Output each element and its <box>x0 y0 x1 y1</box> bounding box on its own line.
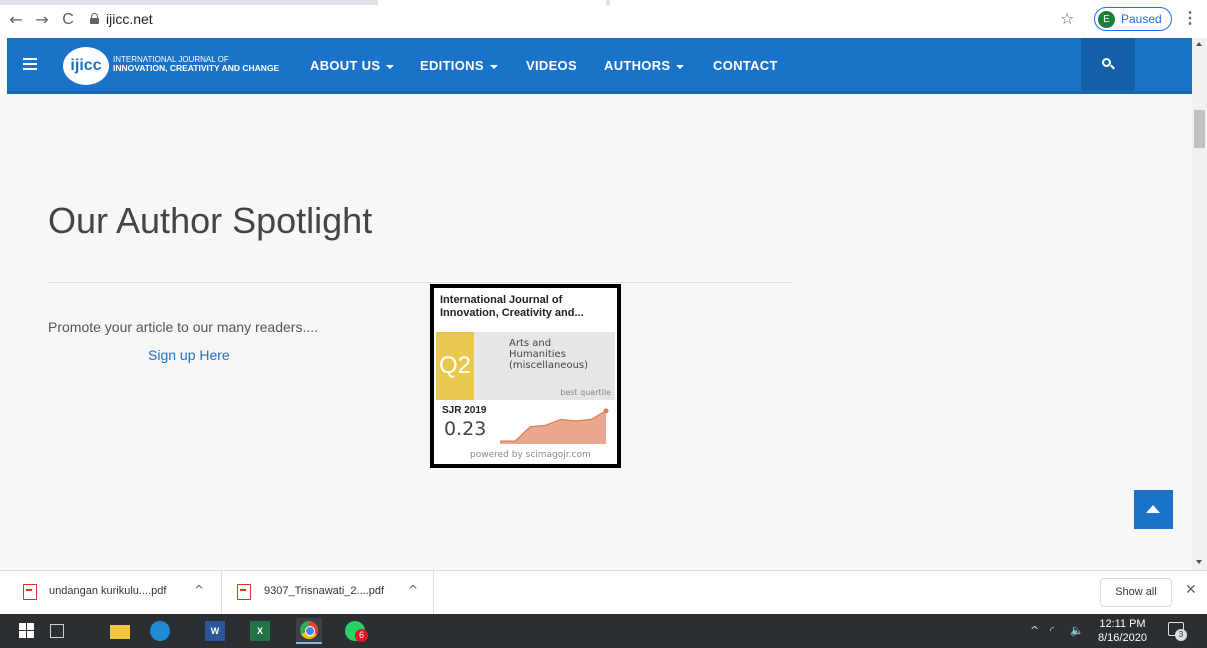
sjr-trend-area <box>500 410 606 444</box>
arrow-up-icon <box>1146 505 1160 513</box>
profile-status-label: Paused <box>1121 12 1162 26</box>
site-search-button[interactable] <box>1081 38 1135 91</box>
nav-about-us[interactable]: ABOUT US <box>310 58 395 73</box>
sjr-year-label: SJR 2019 <box>442 405 487 416</box>
browser-toolbar: ← → C ijicc.net ☆ E Paused ⋮ <box>0 0 1207 38</box>
caret-down-icon <box>676 64 685 69</box>
reload-button[interactable]: C <box>58 10 78 30</box>
brand-line-2: INNOVATION, CREATIVITY AND CHANGE <box>113 63 280 73</box>
site-brand[interactable]: INTERNATIONAL JOURNAL OF INNOVATION, CRE… <box>113 55 279 73</box>
nav-editions[interactable]: EDITIONS <box>420 58 498 73</box>
whatsapp-icon[interactable]: 6 <box>345 621 368 642</box>
nav-contact[interactable]: CONTACT <box>713 58 778 73</box>
sjr-category-line: Arts and <box>509 338 552 349</box>
profile-button[interactable]: E Paused <box>1094 7 1172 31</box>
lock-icon[interactable] <box>90 13 99 24</box>
signup-link[interactable]: Sign up Here <box>148 347 230 363</box>
promo-text: Promote your article to our many readers… <box>48 319 318 335</box>
caret-down-icon <box>489 64 498 69</box>
page-content: Our Author Spotlight Promote your articl… <box>0 94 1192 570</box>
chevron-up-icon[interactable]: ^ <box>408 583 418 597</box>
chevron-up-icon[interactable]: ^ <box>194 583 204 597</box>
download-filename: undangan kurikulu....pdf <box>49 585 167 597</box>
nav-videos[interactable]: VIDEOS <box>526 58 577 73</box>
notification-count: 3 <box>1175 629 1187 641</box>
sjr-category-line: (miscellaneous) <box>509 360 589 371</box>
download-item[interactable]: undangan kurikulu....pdf ^ <box>0 571 222 614</box>
site-logo[interactable]: ijicc <box>63 47 109 85</box>
page-scrollbar[interactable] <box>1192 38 1207 570</box>
file-explorer-icon[interactable] <box>110 625 130 639</box>
sjr-journal-line: International Journal of <box>440 294 563 306</box>
pdf-file-icon <box>237 584 251 600</box>
sjr-widget[interactable]: International Journal of Innovation, Cre… <box>430 284 621 468</box>
sjr-journal-name: International Journal of Innovation, Cre… <box>440 294 584 320</box>
nav-label: EDITIONS <box>420 58 484 73</box>
sjr-value: 0.23 <box>444 418 487 440</box>
word-icon[interactable]: W <box>205 621 225 641</box>
tray-overflow-icon[interactable]: ^ <box>1030 624 1039 637</box>
volume-icon[interactable]: 🔈 <box>1070 624 1084 637</box>
download-bar: undangan kurikulu....pdf ^ 9307_Trisnawa… <box>0 570 1207 614</box>
task-view-icon[interactable] <box>50 624 64 638</box>
sjr-category-line: Humanities <box>509 349 566 360</box>
sjr-category: Arts and Humanities (miscellaneous) best… <box>474 332 615 400</box>
scrollbar-thumb[interactable] <box>1194 110 1205 148</box>
windows-start-icon[interactable] <box>17 621 37 641</box>
back-button[interactable]: ← <box>6 10 26 30</box>
pdf-file-icon <box>23 584 37 600</box>
sjr-best-quartile-label: best quartile <box>560 388 611 397</box>
clock-date: 8/16/2020 <box>1098 632 1147 644</box>
chrome-taskbar-icon[interactable] <box>296 618 322 644</box>
notification-center-icon[interactable]: 3 <box>1168 622 1187 641</box>
hamburger-menu-icon[interactable] <box>23 58 37 70</box>
sjr-quartile-badge: Q2 <box>436 332 474 400</box>
sjr-journal-line: Innovation, Creativity and... <box>440 307 584 319</box>
nav-authors[interactable]: AUTHORS <box>604 58 685 73</box>
address-bar[interactable]: ijicc.net <box>106 10 153 28</box>
divider <box>48 282 793 283</box>
show-all-downloads-button[interactable]: Show all <box>1100 578 1172 607</box>
download-item[interactable]: 9307_Trisnawati_2....pdf ^ <box>222 571 434 614</box>
site-navbar: ijicc INTERNATIONAL JOURNAL OF INNOVATIO… <box>7 38 1192 94</box>
download-filename: 9307_Trisnawati_2....pdf <box>264 585 385 597</box>
caret-down-icon <box>386 64 395 69</box>
bookmark-star-icon[interactable]: ☆ <box>1060 9 1074 28</box>
sjr-powered-by: powered by scimagojr.com <box>470 450 591 460</box>
sjr-trend-sparkline <box>500 408 609 444</box>
scroll-up-arrow-icon[interactable] <box>1196 42 1202 46</box>
edge-browser-icon[interactable] <box>150 621 170 641</box>
network-icon[interactable]: ◜ <box>1050 624 1054 637</box>
forward-button[interactable]: → <box>32 10 52 30</box>
excel-icon[interactable]: X <box>250 621 270 641</box>
close-icon[interactable]: ✕ <box>1185 582 1197 598</box>
nav-label: AUTHORS <box>604 58 671 73</box>
system-clock[interactable]: 12:11 PM 8/16/2020 <box>1098 617 1147 645</box>
windows-taskbar: W X 6 ^ ◜ 🔈 12:11 PM 8/16/2020 3 <box>0 614 1207 648</box>
sjr-trend-endpoint <box>603 408 609 414</box>
back-to-top-button[interactable] <box>1134 490 1173 529</box>
avatar: E <box>1098 11 1115 28</box>
nav-label: ABOUT US <box>310 58 381 73</box>
whatsapp-badge: 6 <box>355 629 368 642</box>
page-title: Our Author Spotlight <box>48 200 373 241</box>
scroll-down-arrow-icon[interactable] <box>1196 560 1202 564</box>
browser-menu-icon[interactable]: ⋮ <box>1182 8 1198 28</box>
clock-time: 12:11 PM <box>1099 618 1146 630</box>
tab-strip <box>0 0 1207 5</box>
